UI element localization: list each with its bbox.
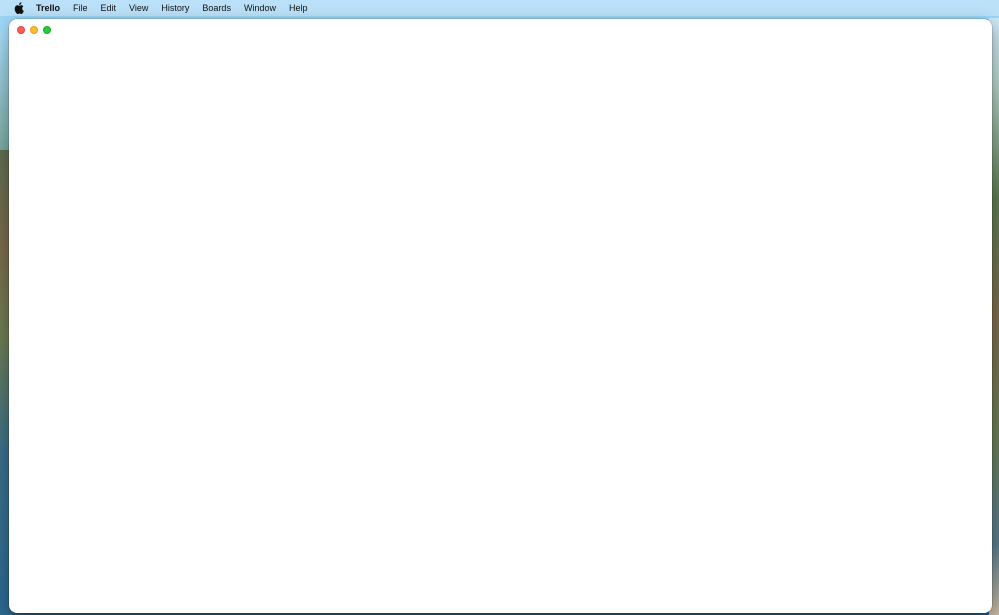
menu-help[interactable]: Help (289, 0, 308, 16)
menu-history[interactable]: History (161, 0, 189, 16)
menu-file[interactable]: File (73, 0, 88, 16)
close-window-button[interactable] (17, 26, 25, 34)
window-controls (17, 26, 51, 34)
menu-window[interactable]: Window (244, 0, 276, 16)
trello-app-window (9, 19, 992, 613)
menu-boards[interactable]: Boards (202, 0, 231, 16)
menu-edit[interactable]: Edit (101, 0, 117, 16)
minimize-window-button[interactable] (30, 26, 38, 34)
zoom-window-button[interactable] (43, 26, 51, 34)
apple-logo-icon[interactable] (12, 1, 26, 15)
menu-bar: Trello File Edit View History Boards Win… (0, 0, 999, 16)
menu-app-name[interactable]: Trello (36, 0, 60, 16)
menu-view[interactable]: View (129, 0, 148, 16)
